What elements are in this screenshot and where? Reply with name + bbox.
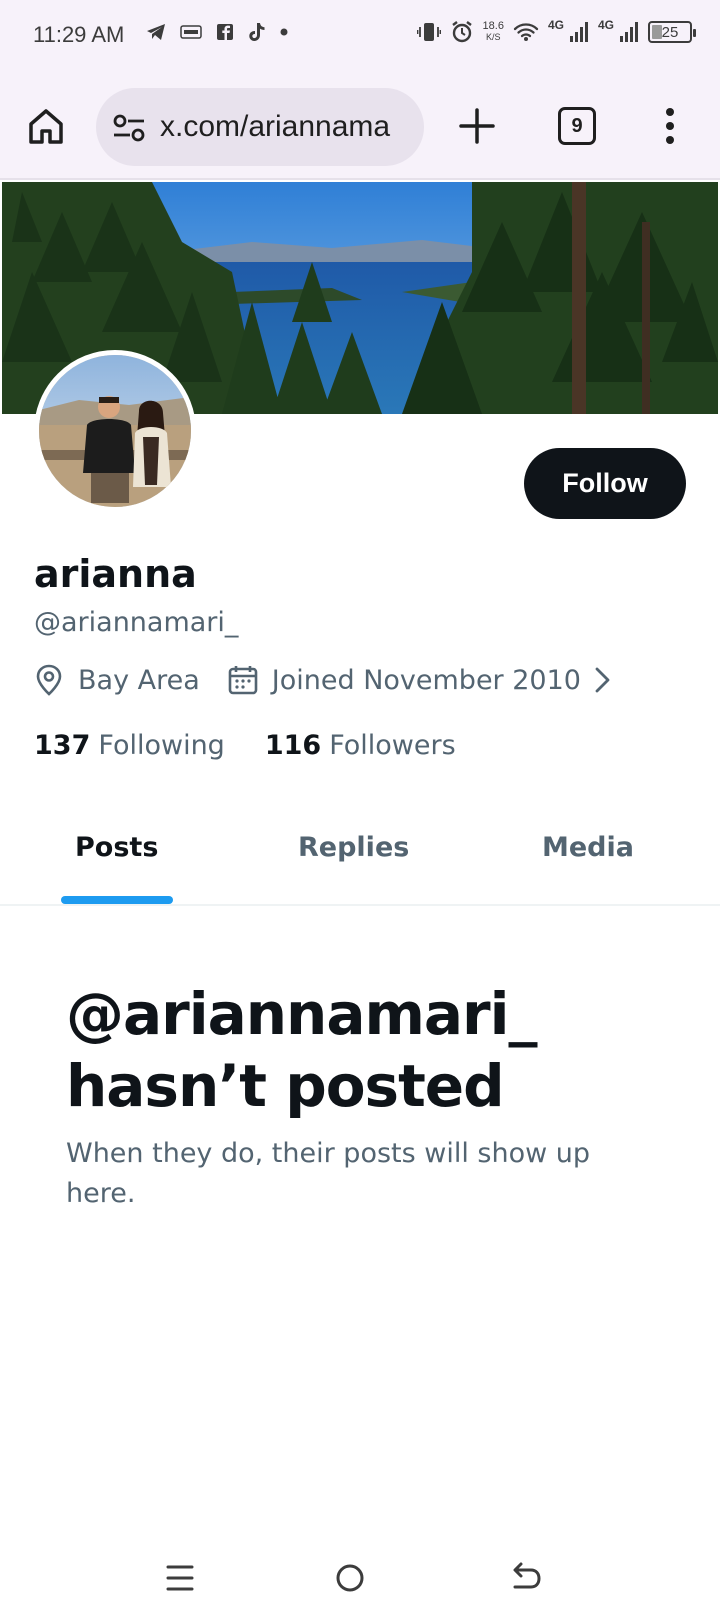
address-bar[interactable]: x.com/ariannama xyxy=(96,88,424,166)
tab-count: 9 xyxy=(571,114,583,137)
display-name: arianna xyxy=(34,552,197,596)
battery-level: 25 xyxy=(661,23,679,41)
profile-meta: Bay Area Joined November 2010 xyxy=(34,664,613,696)
system-icons: 18.6 K/S 4G 4G 25 xyxy=(416,18,696,44)
follow-stats: 137 Following 116 Followers xyxy=(34,730,496,761)
following-count: 137 xyxy=(34,730,91,761)
profile-tabs: Posts Replies Media xyxy=(0,792,720,906)
empty-state-subtitle: When they do, their posts will show up h… xyxy=(66,1138,591,1209)
site-settings-icon[interactable] xyxy=(112,114,146,142)
system-nav-bar xyxy=(0,1540,720,1612)
notification-icons xyxy=(146,22,288,42)
followers-link[interactable]: 116 Followers xyxy=(265,730,456,761)
status-bar: 11:29 AM 18.6 K/S 4G 4G 25 xyxy=(0,0,720,72)
calendar-icon xyxy=(228,666,258,695)
tab-posts[interactable]: Posts xyxy=(75,832,158,863)
network-speed: 18.6 K/S xyxy=(483,21,504,43)
temu-icon xyxy=(180,25,202,39)
telegram-icon xyxy=(147,24,165,40)
more-vert-icon[interactable] xyxy=(660,106,680,146)
joined-item[interactable]: Joined November 2010 xyxy=(228,665,613,696)
tab-media[interactable]: Media xyxy=(542,832,634,863)
dot-icon xyxy=(280,28,288,36)
back-icon[interactable] xyxy=(505,1558,545,1598)
recent-apps-icon[interactable] xyxy=(160,1558,200,1598)
location-icon xyxy=(36,664,62,696)
joined-text: Joined November 2010 xyxy=(271,664,581,696)
follow-button[interactable]: Follow xyxy=(524,448,686,519)
home-icon[interactable] xyxy=(26,106,66,146)
empty-state-title-line1: @ariannamari_ xyxy=(66,980,538,1048)
tabs-icon[interactable]: 9 xyxy=(558,107,596,145)
profile-handle: @ariannamari_ xyxy=(34,607,239,638)
browser-toolbar: x.com/ariannama 9 xyxy=(0,72,720,180)
network-type-2: 4G xyxy=(597,18,614,32)
battery-icon: 25 xyxy=(648,21,696,43)
empty-state-title: @ariannamari_ hasn’t posted xyxy=(66,978,666,1122)
url-text[interactable]: x.com/ariannama xyxy=(160,110,390,144)
following-link[interactable]: 137 Following xyxy=(34,730,225,761)
empty-state-title-line2: hasn’t posted xyxy=(66,1052,505,1120)
location-text: Bay Area xyxy=(78,664,200,696)
location-item: Bay Area xyxy=(34,664,200,696)
chevron-right-icon xyxy=(595,667,610,693)
signal-icon xyxy=(620,22,638,42)
network-speed-value: 18.6 xyxy=(482,20,504,32)
alarm-icon xyxy=(451,21,472,43)
active-tab-indicator xyxy=(61,896,173,904)
tab-replies[interactable]: Replies xyxy=(298,832,409,863)
new-tab-icon[interactable] xyxy=(458,107,496,145)
facebook-icon xyxy=(217,24,233,40)
vibrate-icon xyxy=(416,23,441,41)
followers-count: 116 xyxy=(264,730,322,761)
wifi-icon xyxy=(513,23,539,41)
status-time: 11:29 AM xyxy=(33,22,125,47)
following-label: Following xyxy=(98,730,225,761)
network-type-1: 4G xyxy=(547,18,564,32)
home-nav-icon[interactable] xyxy=(330,1558,370,1598)
tiktok-icon xyxy=(249,23,265,41)
signal-icon xyxy=(569,22,588,42)
followers-label: Followers xyxy=(329,730,456,761)
network-speed-unit: K/S xyxy=(486,32,501,42)
avatar[interactable] xyxy=(34,350,196,512)
